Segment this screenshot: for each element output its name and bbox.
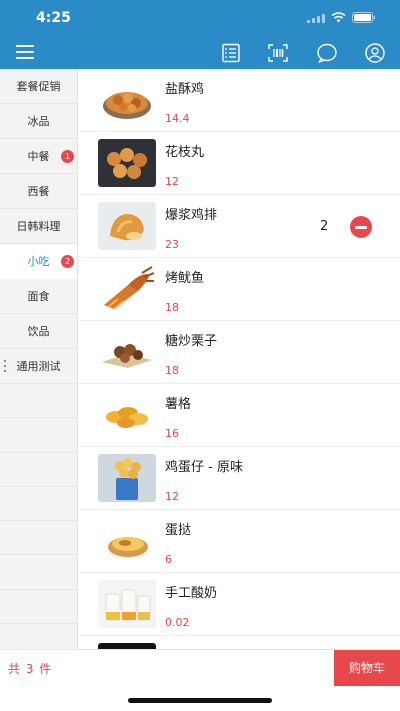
product-price: 12 [165,175,179,188]
status-icons [307,12,376,23]
product-image [98,328,156,376]
chat-icon[interactable] [316,42,338,64]
product-price: 18 [165,301,179,314]
home-indicator[interactable] [128,698,272,703]
status-time: 4:25 [36,10,71,26]
battery-icon [352,12,376,23]
category-item[interactable]: 通用测试 [0,349,77,384]
product-row[interactable]: 盐酥鸡 14.4 [79,69,400,132]
product-row[interactable]: 爆浆鸡排 23 2 [79,195,400,258]
product-price: 0.02 [165,616,190,629]
product-image [98,580,156,628]
product-row[interactable]: 烧烤 [79,636,400,649]
product-image [98,76,156,124]
product-row[interactable]: 糖炒栗子 18 [79,321,400,384]
category-sidebar: 套餐促销 冰品 中餐 1 西餐 日韩料理 小吃 2 面食 饮品 通用测试 [0,69,78,659]
status-bar: 4:25 [0,0,400,34]
signal-icon [307,13,325,23]
product-price: 12 [165,490,179,503]
wifi-icon [331,12,346,23]
product-row[interactable]: 手工酸奶 0.02 [79,573,400,636]
cart-bar: 共 3 件 购物车 [0,649,400,686]
toolbar [0,38,400,68]
quantity-value: 2 [320,219,329,234]
category-item[interactable]: 西餐 [0,174,77,209]
category-empty-slot [0,453,77,487]
product-name: 蛋挞 [165,523,192,538]
product-image [98,139,156,187]
count-badge: 2 [61,255,74,268]
user-icon[interactable] [364,42,386,64]
drag-handle-icon [4,360,6,372]
product-name: 盐酥鸡 [165,82,205,97]
category-item[interactable]: 套餐促销 [0,69,77,104]
product-name: 花枝丸 [165,145,205,160]
product-image [98,454,156,502]
product-image [98,517,156,565]
category-item[interactable]: 面食 [0,279,77,314]
product-price: 6 [165,553,172,566]
category-item[interactable]: 饮品 [0,314,77,349]
product-image [98,391,156,439]
category-empty-slot [0,384,77,419]
category-empty-slot [0,487,77,522]
product-row[interactable]: 烤鱿鱼 18 [79,258,400,321]
product-row[interactable]: 蛋挞 6 [79,510,400,573]
product-name: 爆浆鸡排 [165,208,218,223]
product-row[interactable]: 薯格 16 [79,384,400,447]
product-price: 18 [165,364,179,377]
product-list: 盐酥鸡 14.4 花枝丸 12 爆浆鸡排 23 2 烤鱿鱼 18 糖炒栗子 18 [79,69,400,649]
product-name: 鸡蛋仔 - 原味 [165,460,243,475]
product-row[interactable]: 鸡蛋仔 - 原味 12 [79,447,400,510]
product-price: 23 [165,238,179,251]
menu-icon[interactable] [16,45,34,59]
product-row[interactable]: 花枝丸 12 [79,132,400,195]
cart-button[interactable]: 购物车 [334,650,400,686]
order-icon[interactable] [220,42,242,64]
product-image [98,202,156,250]
product-name: 手工酸奶 [165,586,218,601]
category-empty-slot [0,555,77,590]
category-empty-slot [0,418,77,453]
product-name: 薯格 [165,397,192,412]
product-image [98,265,156,313]
app-header: 4:25 [0,0,400,69]
decrease-quantity-button[interactable] [350,216,372,238]
category-item[interactable]: 冰品 [0,104,77,139]
product-price: 16 [165,427,179,440]
category-item[interactable]: 日韩料理 [0,209,77,244]
product-name: 糖炒栗子 [165,334,218,349]
product-price: 14.4 [165,112,190,125]
category-item-active[interactable]: 小吃 2 [0,244,77,279]
count-badge: 1 [61,150,74,163]
category-empty-slot [0,590,77,625]
product-name: 烤鱿鱼 [165,271,205,286]
category-empty-slot [0,521,77,556]
scan-icon[interactable] [267,42,289,64]
cart-total-count: 共 3 件 [8,662,53,676]
category-item[interactable]: 中餐 1 [0,139,77,174]
